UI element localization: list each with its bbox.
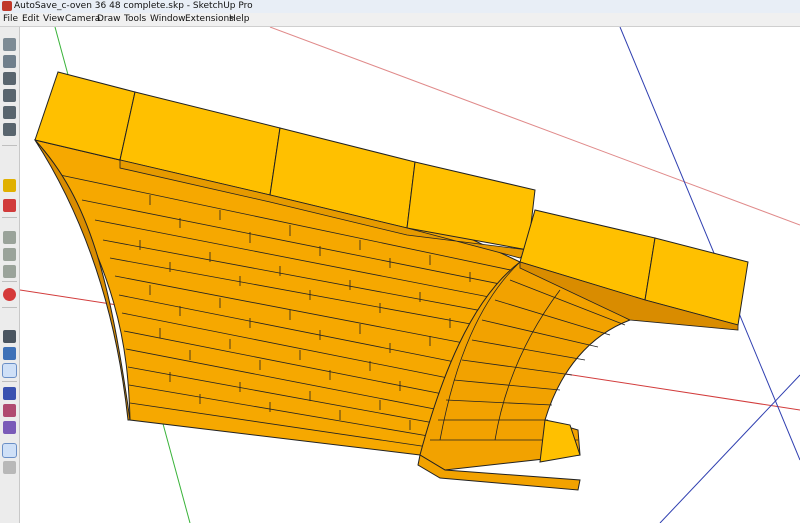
top-view-icon[interactable] bbox=[3, 55, 16, 68]
orbit-icon[interactable] bbox=[3, 288, 16, 301]
window-title: AutoSave_c-oven 36 48 complete.skp - Ske… bbox=[14, 1, 253, 11]
toolbar-separator bbox=[2, 281, 17, 282]
menu-tools[interactable]: Tools bbox=[124, 13, 146, 26]
toolbar-separator bbox=[2, 381, 17, 382]
left-toolbar bbox=[0, 27, 20, 523]
menu-camera[interactable]: Camera bbox=[65, 13, 100, 26]
shadow-icon[interactable] bbox=[3, 404, 16, 417]
axes-icon[interactable] bbox=[2, 363, 17, 378]
tape-measure-icon[interactable] bbox=[3, 179, 16, 192]
group-icon[interactable] bbox=[3, 248, 16, 261]
toolbar-separator bbox=[2, 217, 17, 218]
outliner-icon[interactable] bbox=[3, 461, 16, 474]
paint-bucket-icon[interactable] bbox=[3, 199, 16, 212]
layer-icon[interactable] bbox=[2, 443, 17, 458]
menu-file[interactable]: File bbox=[3, 13, 18, 26]
front-view-icon[interactable] bbox=[3, 72, 16, 85]
iso-view-icon[interactable] bbox=[3, 38, 16, 51]
toolbar-separator bbox=[2, 307, 17, 308]
left-view-icon[interactable] bbox=[3, 123, 16, 136]
title-bar: AutoSave_c-oven 36 48 complete.skp - Ske… bbox=[0, 0, 800, 14]
base-block bbox=[539, 419, 581, 463]
right-view-icon[interactable] bbox=[3, 89, 16, 102]
menu-edit[interactable]: Edit bbox=[22, 13, 39, 26]
model-viewport[interactable] bbox=[20, 27, 800, 523]
component-icon[interactable] bbox=[3, 231, 16, 244]
scenes-icon[interactable] bbox=[3, 421, 16, 434]
style-icon[interactable] bbox=[3, 387, 16, 400]
section-plane-icon[interactable] bbox=[3, 265, 16, 278]
blue-axis-guide bbox=[659, 374, 800, 523]
sketchup-app-icon bbox=[2, 1, 12, 11]
menu-view[interactable]: View bbox=[43, 13, 64, 26]
menu-bar: File Edit View Camera Draw Tools Window … bbox=[0, 13, 800, 27]
zoom-icon[interactable] bbox=[3, 347, 16, 360]
menu-draw[interactable]: Draw bbox=[97, 13, 121, 26]
menu-window[interactable]: Window bbox=[150, 13, 186, 26]
model-canvas bbox=[20, 27, 800, 523]
menu-extensions[interactable]: Extensions bbox=[185, 13, 234, 26]
toolbar-separator bbox=[2, 145, 17, 146]
menu-help[interactable]: Help bbox=[229, 13, 250, 26]
back-view-icon[interactable] bbox=[3, 106, 16, 119]
pan-icon[interactable] bbox=[3, 330, 16, 343]
